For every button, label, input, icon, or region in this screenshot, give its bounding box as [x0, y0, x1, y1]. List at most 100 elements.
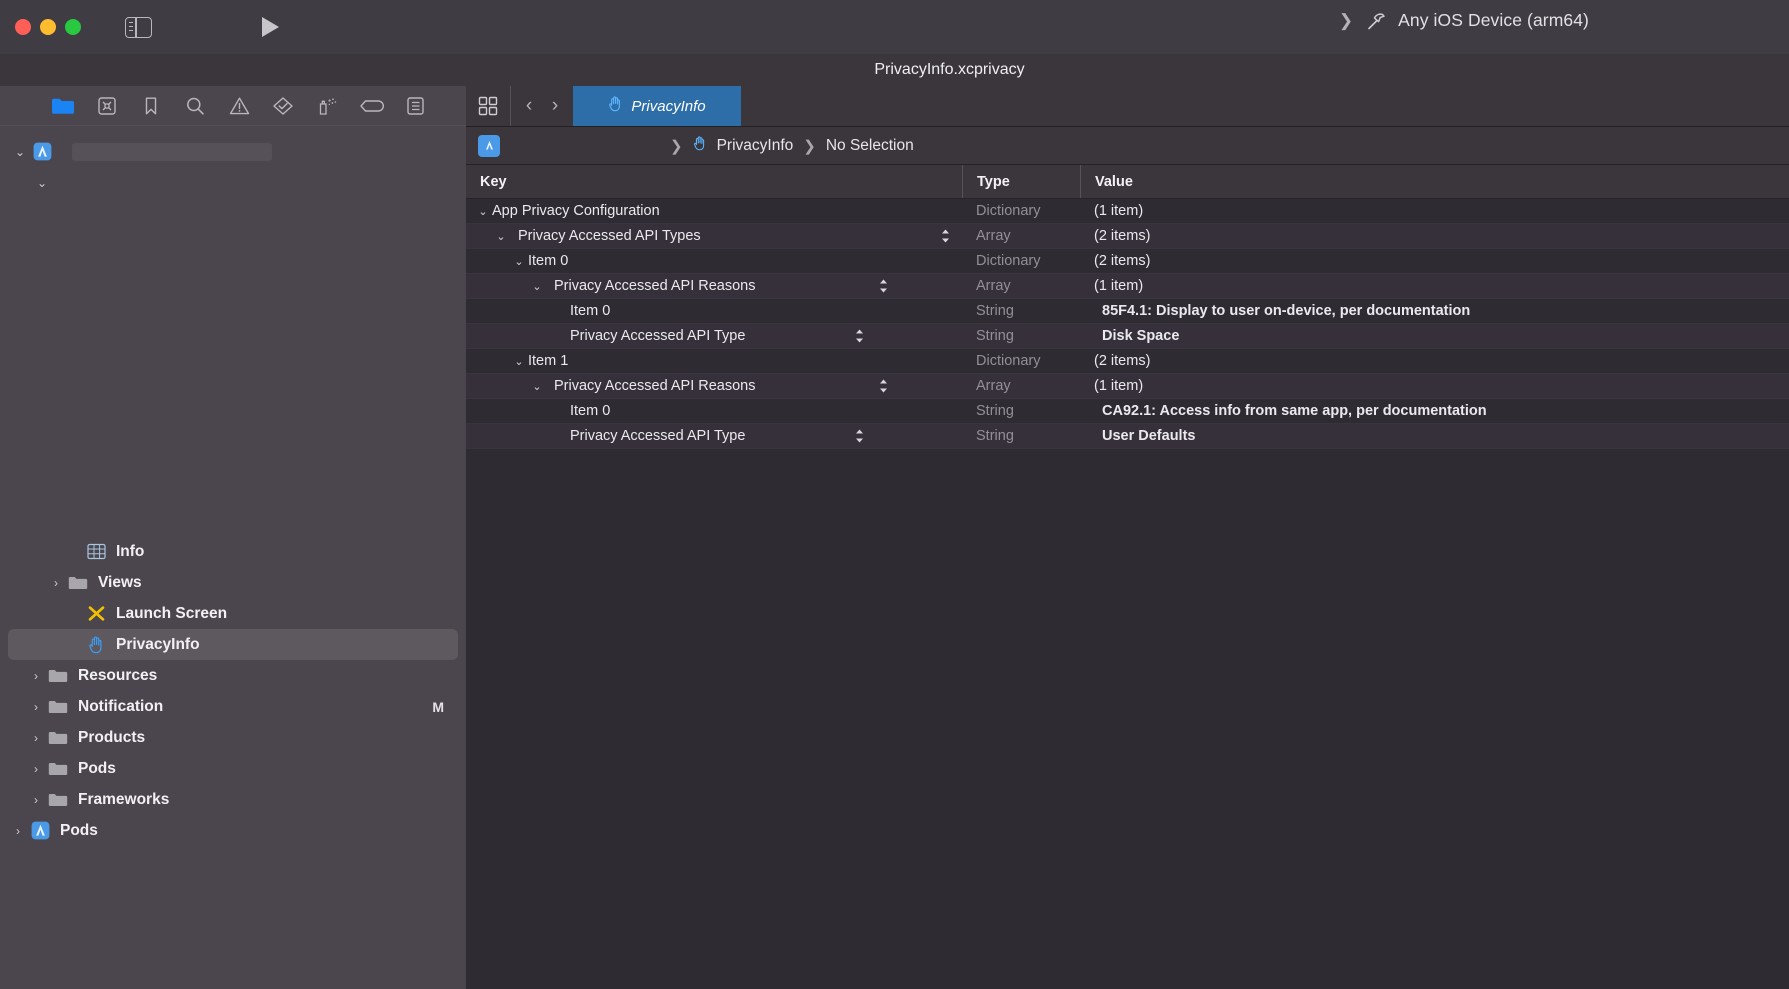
chevron-down-icon[interactable]: ⌄ — [474, 205, 492, 218]
plist-value-cell[interactable]: (1 item) — [1080, 278, 1789, 294]
back-chevron-icon[interactable]: ‹ — [517, 95, 541, 117]
scheme-destination-selector[interactable]: ❯ Any iOS Device (arm64) — [1339, 0, 1789, 41]
table-row[interactable]: ⌄ Privacy Accessed API Type String Disk … — [466, 324, 1789, 349]
plist-key-cell[interactable]: ⌄ Item 0 — [466, 253, 962, 269]
editor-grid-icon[interactable] — [466, 86, 510, 126]
chevron-right-icon[interactable]: › — [48, 576, 64, 590]
value-stepper-icon[interactable] — [934, 228, 956, 244]
table-row[interactable]: ⌄ Privacy Accessed API Reasons Array (1 … — [466, 374, 1789, 399]
plist-key-cell[interactable]: ⌄ Privacy Accessed API Reasons — [466, 378, 962, 394]
chevron-down-icon[interactable]: ⌄ — [34, 176, 50, 190]
bookmark-navigator-icon[interactable] — [138, 93, 164, 119]
column-header-value[interactable]: Value — [1080, 165, 1789, 198]
plist-key-cell[interactable]: ⌄ Privacy Accessed API Reasons — [466, 278, 962, 294]
report-navigator-icon[interactable] — [402, 93, 428, 119]
plist-key-label: Privacy Accessed API Reasons — [554, 278, 756, 294]
plist-key-cell[interactable]: ⌄ Item 0 — [466, 403, 962, 419]
chevron-down-icon[interactable]: ⌄ — [492, 230, 510, 243]
chevron-right-icon[interactable]: › — [28, 700, 44, 714]
search-icon[interactable] — [182, 93, 208, 119]
tag-breakpoint-icon[interactable] — [358, 93, 384, 119]
plist-value-cell[interactable]: (2 items) — [1080, 253, 1789, 269]
chevron-down-icon[interactable]: ⌄ — [12, 145, 28, 159]
value-stepper-icon[interactable] — [848, 328, 870, 344]
breadcrumb-item-file[interactable]: PrivacyInfo — [717, 137, 794, 155]
plist-type-cell[interactable]: Dictionary — [962, 353, 1080, 369]
plist-value-cell[interactable]: (2 items) — [1080, 353, 1789, 369]
sidebar-item-privacyinfo[interactable]: › PrivacyInfo — [8, 629, 458, 660]
sidebar-item-views[interactable]: › Views — [0, 567, 466, 598]
tab-privacyinfo[interactable]: PrivacyInfo — [573, 86, 741, 126]
table-row[interactable]: ⌄ Item 0 Dictionary (2 items) — [466, 249, 1789, 274]
breadcrumb-item-selection[interactable]: No Selection — [826, 137, 914, 155]
plist-value-cell[interactable]: CA92.1: Access info from same app, per d… — [1080, 403, 1789, 419]
project-group-row[interactable]: ⌄ — [0, 167, 466, 198]
column-header-key[interactable]: Key — [466, 165, 962, 198]
table-row[interactable]: ⌄ Item 0 String CA92.1: Access info from… — [466, 399, 1789, 424]
plist-type-cell[interactable]: Array — [962, 228, 1080, 244]
plist-value-cell[interactable]: Disk Space — [1080, 328, 1789, 344]
plist-type-cell[interactable]: String — [962, 428, 1080, 444]
forward-chevron-icon[interactable]: › — [543, 95, 567, 117]
project-navigator-icon[interactable] — [50, 93, 76, 119]
plist-type-cell[interactable]: Array — [962, 278, 1080, 294]
source-control-navigator-icon[interactable] — [94, 93, 120, 119]
plist-type-cell[interactable]: Dictionary — [962, 203, 1080, 219]
sidebar-item-pods-project[interactable]: › Pods — [0, 815, 466, 846]
plist-value-cell[interactable]: (1 item) — [1080, 203, 1789, 219]
table-row[interactable]: ⌄ Privacy Accessed API Types Array (2 it… — [466, 224, 1789, 249]
table-row[interactable]: ⌄ Privacy Accessed API Type String User … — [466, 424, 1789, 449]
chevron-down-icon[interactable]: ⌄ — [510, 255, 528, 268]
chevron-down-icon[interactable]: ⌄ — [528, 380, 546, 393]
zoom-window-button[interactable] — [65, 19, 81, 35]
close-window-button[interactable] — [15, 19, 31, 35]
plist-type-cell[interactable]: Array — [962, 378, 1080, 394]
plist-value-cell[interactable]: (1 item) — [1080, 378, 1789, 394]
plist-key-cell[interactable]: ⌄ Item 1 — [466, 353, 962, 369]
table-row[interactable]: ⌄ Item 1 Dictionary (2 items) — [466, 349, 1789, 374]
value-stepper-icon[interactable] — [872, 378, 894, 394]
table-row[interactable]: ⌄ App Privacy Configuration Dictionary (… — [466, 199, 1789, 224]
plist-key-cell[interactable]: ⌄ Item 0 — [466, 303, 962, 319]
plist-value-cell[interactable]: 85F4.1: Display to user on-device, per d… — [1080, 303, 1789, 319]
project-root-row[interactable]: ⌄ — [0, 136, 466, 167]
chevron-right-icon[interactable]: › — [28, 762, 44, 776]
sidebar-toggle-icon[interactable] — [125, 17, 152, 38]
table-row[interactable]: ⌄ Item 0 String 85F4.1: Display to user … — [466, 299, 1789, 324]
chevron-right-icon[interactable]: › — [10, 824, 26, 838]
table-row[interactable]: ⌄ Privacy Accessed API Reasons Array (1 … — [466, 274, 1789, 299]
sidebar-item-label: Notification — [78, 698, 163, 716]
sidebar-item-launch-screen[interactable]: › Launch Screen — [0, 598, 466, 629]
plist-value-cell[interactable]: User Defaults — [1080, 428, 1789, 444]
diamond-check-icon[interactable] — [270, 93, 296, 119]
warning-icon[interactable] — [226, 93, 252, 119]
minimize-window-button[interactable] — [40, 19, 56, 35]
sidebar-item-resources[interactable]: › Resources — [0, 660, 466, 691]
plist-type-cell[interactable]: String — [962, 303, 1080, 319]
plist-type-cell[interactable]: String — [962, 328, 1080, 344]
column-header-type[interactable]: Type — [962, 165, 1080, 198]
plist-key-cell[interactable]: ⌄ Privacy Accessed API Type — [466, 328, 962, 344]
chevron-down-icon[interactable]: ⌄ — [528, 280, 546, 293]
chevron-right-icon[interactable]: › — [28, 669, 44, 683]
sidebar-item-notification[interactable]: › Notification M — [0, 691, 466, 722]
xcode-project-icon[interactable] — [478, 135, 500, 157]
sidebar-item-pods-group[interactable]: › Pods — [0, 753, 466, 784]
plist-key-cell[interactable]: ⌄ Privacy Accessed API Types — [466, 228, 962, 244]
sidebar-item-info[interactable]: › Info — [0, 536, 466, 567]
sidebar-item-products[interactable]: › Products — [0, 722, 466, 753]
plist-key-cell[interactable]: ⌄ Privacy Accessed API Type — [466, 428, 962, 444]
value-stepper-icon[interactable] — [848, 428, 870, 444]
sidebar-item-label: PrivacyInfo — [116, 636, 200, 654]
spray-debug-icon[interactable] — [314, 93, 340, 119]
value-stepper-icon[interactable] — [872, 278, 894, 294]
plist-key-cell[interactable]: ⌄ App Privacy Configuration — [466, 203, 962, 219]
sidebar-item-frameworks[interactable]: › Frameworks — [0, 784, 466, 815]
chevron-right-icon[interactable]: › — [28, 731, 44, 745]
run-play-icon[interactable] — [262, 17, 279, 37]
chevron-down-icon[interactable]: ⌄ — [510, 355, 528, 368]
plist-type-cell[interactable]: String — [962, 403, 1080, 419]
plist-type-cell[interactable]: Dictionary — [962, 253, 1080, 269]
chevron-right-icon[interactable]: › — [28, 793, 44, 807]
plist-value-cell[interactable]: (2 items) — [1080, 228, 1789, 244]
